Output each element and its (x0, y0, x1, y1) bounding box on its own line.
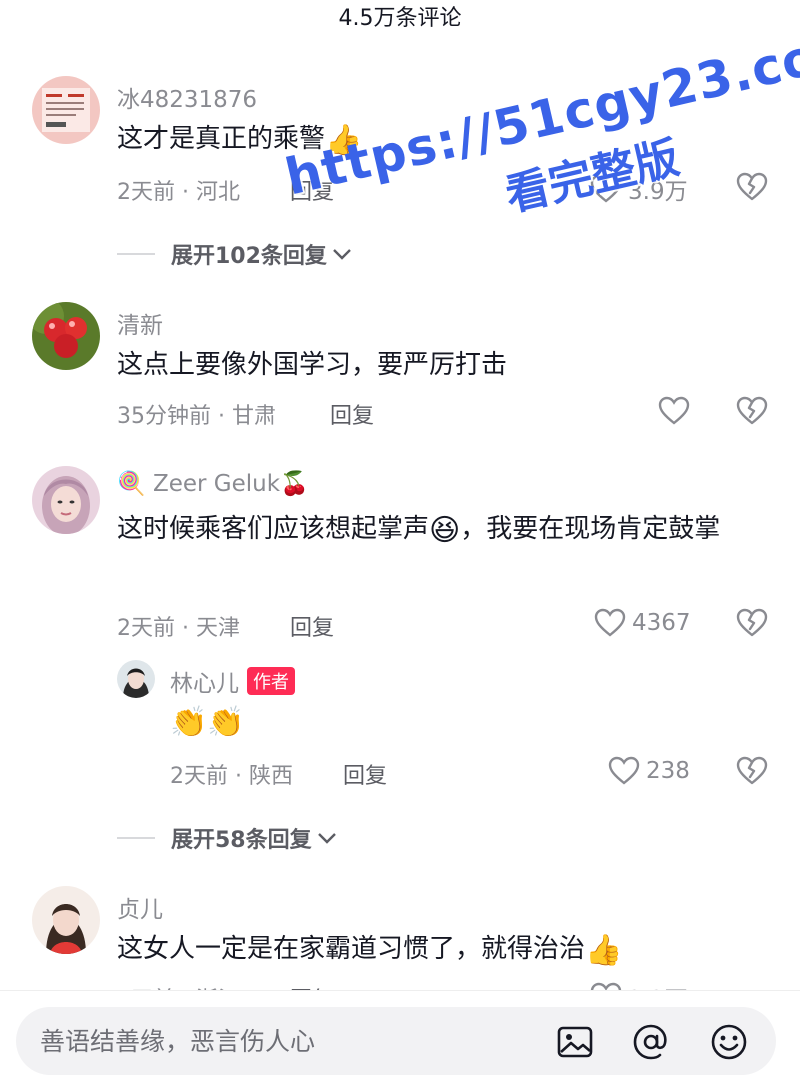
dislike-button[interactable] (736, 172, 768, 206)
expand-replies-label: 展开102条回复 (171, 244, 327, 269)
emoji-icon[interactable] (710, 1023, 748, 1061)
avatar[interactable] (32, 886, 100, 954)
comment-text-part1: 这时候乘客们应该想起掌声 (117, 514, 430, 544)
watermark-url: https://51cgy23.com (280, 15, 800, 207)
heart-icon (658, 396, 690, 425)
image-icon[interactable] (556, 1023, 594, 1061)
comment-text-part2: ，我要在现场肯定鼓掌 (460, 514, 721, 544)
comment-meta: 35分钟前 · 甘肃 (117, 404, 276, 429)
laughing-emoji: 😆 (429, 513, 461, 548)
chevron-down-icon (317, 833, 336, 844)
username[interactable]: 林心儿 作者 (170, 664, 295, 698)
expand-replies-button[interactable]: 展开58条回复 (117, 822, 338, 854)
username[interactable]: 清新 (117, 306, 163, 340)
expand-replies-button[interactable]: 展开102条回复 (117, 238, 353, 270)
username[interactable]: 冰48231876 (117, 80, 257, 114)
watermark-subtitle: 看完整版 (500, 132, 684, 222)
heart-icon (608, 756, 640, 785)
lollipop-emoji: 🍭 (117, 471, 146, 497)
comment-text: 这点上要像外国学习，要严厉打击 (117, 350, 508, 380)
username-text: 林心儿 (170, 671, 239, 697)
like-count: 238 (646, 758, 690, 784)
like-count: 3.9万 (628, 179, 688, 205)
heart-icon (590, 174, 622, 203)
comment-text: 这才是真正的乘警👍 (117, 116, 757, 164)
comment-count-title: 4.5万条评论 (338, 6, 462, 31)
comment-text-body: 这才是真正的乘警 (117, 124, 326, 154)
comment-meta: 2天前 · 河北 (117, 180, 240, 205)
avatar[interactable] (117, 660, 155, 698)
dislike-button[interactable] (736, 608, 768, 642)
thumbs-up-emoji: 👍 (325, 123, 363, 158)
dislike-button[interactable] (736, 396, 768, 430)
like-count: 4367 (632, 610, 691, 636)
comment-input-bar (0, 990, 800, 1078)
cherry-emoji: 🍒 (280, 471, 309, 497)
broken-heart-icon (736, 396, 768, 425)
chevron-down-icon (333, 249, 351, 260)
broken-heart-icon (736, 172, 768, 201)
reply-button[interactable]: 回复 (343, 758, 387, 790)
reply-button[interactable]: 回复 (290, 174, 334, 206)
divider-line (117, 253, 155, 255)
username-text: Zeer Geluk (152, 471, 281, 497)
at-icon[interactable] (632, 1023, 670, 1061)
username[interactable]: 贞儿 (117, 890, 163, 924)
heart-icon (594, 608, 626, 637)
dislike-button[interactable] (736, 756, 768, 790)
comment-text: 这时候乘客们应该想起掌声😆，我要在现场肯定鼓掌 (117, 506, 757, 554)
avatar[interactable] (32, 76, 100, 144)
author-badge: 作者 (247, 667, 295, 695)
avatar[interactable] (32, 466, 100, 534)
comment-text-body: 这女人一定是在家霸道习惯了，就得治治 (117, 934, 586, 964)
comments-header: 4.5万条评论 (0, 0, 800, 38)
reply-text: 👏👏 (170, 705, 245, 740)
reply-button[interactable]: 回复 (330, 398, 374, 430)
reply-button[interactable]: 回复 (290, 610, 334, 642)
broken-heart-icon (736, 608, 768, 637)
divider-line (117, 837, 155, 839)
like-button[interactable] (658, 396, 690, 426)
like-button[interactable]: 3.9万 (590, 172, 688, 206)
like-button[interactable]: 4367 (594, 608, 691, 638)
comment-input[interactable] (40, 1021, 520, 1061)
comment-meta: 2天前 · 天津 (117, 616, 240, 641)
avatar[interactable] (32, 302, 100, 370)
expand-replies-label: 展开58条回复 (171, 828, 312, 853)
like-button[interactable]: 238 (608, 756, 690, 786)
username[interactable]: 🍭 Zeer Geluk🍒 (117, 470, 309, 497)
comment-input-box (16, 1007, 776, 1075)
reply-meta: 2天前 · 陕西 (170, 764, 293, 789)
comment-text: 这女人一定是在家霸道习惯了，就得治治👍 (117, 926, 757, 974)
thumbs-up-emoji: 👍 (585, 933, 623, 968)
broken-heart-icon (736, 756, 768, 785)
